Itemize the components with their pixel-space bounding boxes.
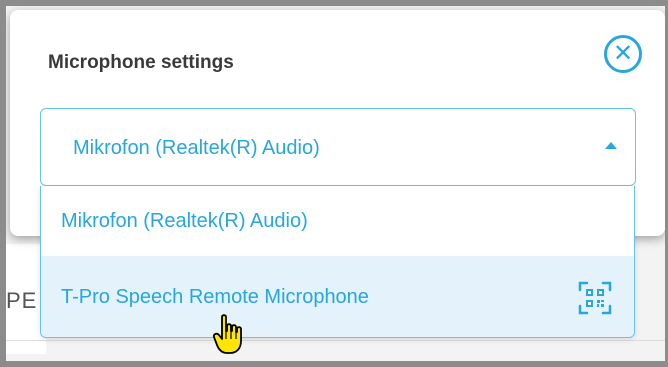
- dialog-title: Microphone settings: [48, 52, 234, 73]
- option-label: T-Pro Speech Remote Microphone: [61, 286, 369, 308]
- select-value: Mikrofon (Realtek(R) Audio): [73, 137, 320, 159]
- microphone-select[interactable]: Mikrofon (Realtek(R) Audio): [40, 108, 636, 186]
- hand-pointer-icon: [212, 314, 242, 354]
- caret-up-icon: [605, 142, 617, 149]
- qr-code-icon[interactable]: [578, 281, 612, 315]
- background-divider: [6, 340, 665, 341]
- microphone-dropdown-list: Mikrofon (Realtek(R) Audio) T-Pro Speech…: [40, 186, 635, 338]
- close-icon[interactable]: ✕: [604, 35, 642, 73]
- option-label: Mikrofon (Realtek(R) Audio): [61, 210, 308, 232]
- background-partial-text: PE: [6, 288, 38, 313]
- option-tpro-remote-microphone[interactable]: T-Pro Speech Remote Microphone: [41, 256, 634, 337]
- option-realtek-microphone[interactable]: Mikrofon (Realtek(R) Audio): [41, 186, 634, 256]
